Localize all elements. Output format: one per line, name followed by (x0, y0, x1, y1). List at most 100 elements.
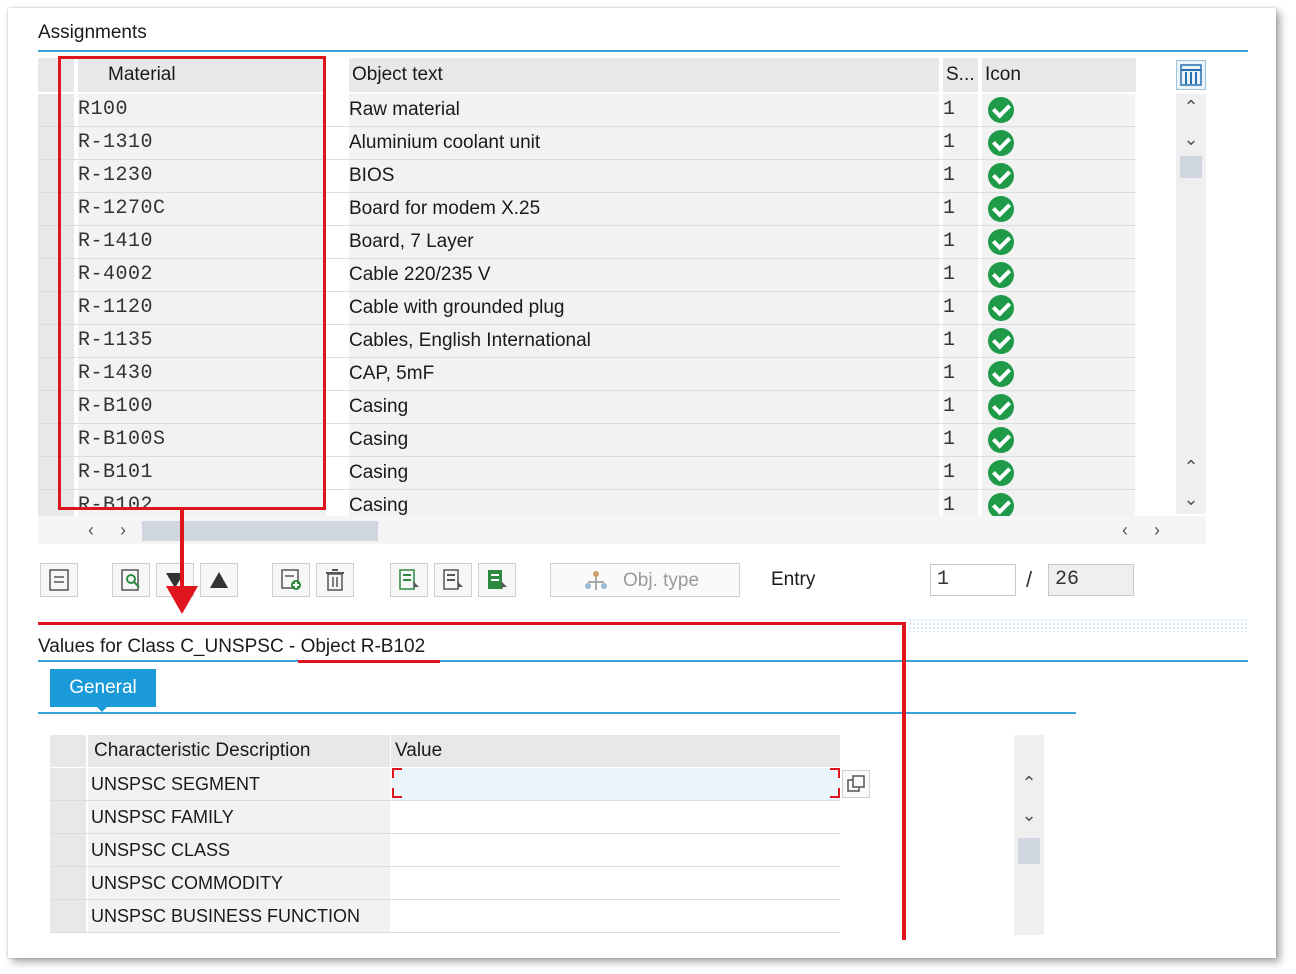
splitter[interactable] (908, 618, 1248, 632)
scroll-down-icon[interactable]: ⌄ (1180, 128, 1202, 150)
green-check-icon (988, 196, 1014, 222)
value-help-icon (847, 775, 865, 792)
move-up-button[interactable] (200, 563, 238, 597)
column-header-value[interactable]: Value (391, 735, 840, 767)
icon-cell[interactable] (982, 160, 1135, 192)
green-check-icon (988, 394, 1014, 420)
horizontal-scroll-thumb[interactable] (142, 521, 378, 541)
status-cell[interactable]: 1 (943, 358, 978, 390)
scroll-right-end-icon[interactable]: › (1146, 519, 1168, 541)
select-all-button[interactable] (390, 563, 428, 597)
status-cell[interactable]: 1 (943, 391, 978, 423)
icon-cell[interactable] (982, 358, 1135, 390)
icon-cell[interactable] (982, 94, 1135, 126)
details-button[interactable] (40, 563, 78, 597)
row-selector[interactable] (50, 900, 86, 932)
add-row-button[interactable] (272, 563, 310, 597)
row-selector[interactable] (50, 867, 86, 899)
row-selector[interactable] (50, 801, 86, 833)
deselect-all-button[interactable] (434, 563, 472, 597)
icon-cell[interactable] (982, 325, 1135, 357)
object-text-cell[interactable]: Casing (349, 457, 939, 489)
values-scroll-up-icon[interactable]: ⌃ (1018, 772, 1040, 794)
icon-cell[interactable] (982, 259, 1135, 291)
status-cell[interactable]: 1 (943, 424, 978, 456)
characteristic-value-input[interactable] (391, 834, 840, 866)
column-header-object-text[interactable]: Object text (349, 58, 939, 92)
scroll-left-end-icon[interactable]: ‹ (1114, 519, 1136, 541)
status-cell[interactable]: 1 (943, 292, 978, 324)
value-help-button[interactable] (842, 770, 870, 798)
annotation-arrow-shaft (180, 510, 184, 590)
icon-cell[interactable] (982, 391, 1135, 423)
delete-button[interactable] (316, 563, 354, 597)
green-check-icon (988, 262, 1014, 288)
tab-underline (38, 712, 1076, 714)
column-layout-button[interactable] (1176, 60, 1206, 90)
characteristic-value-input[interactable] (391, 867, 840, 899)
values-scroll-down-icon[interactable]: ⌄ (1018, 804, 1040, 826)
row-selector-header[interactable] (50, 735, 86, 767)
entry-label: Entry (771, 569, 816, 590)
values-title-object: Object R-B102 (300, 636, 426, 657)
find-button[interactable] (112, 563, 150, 597)
icon-cell[interactable] (982, 226, 1135, 258)
object-text-cell[interactable]: Cable 220/235 V (349, 259, 939, 291)
object-text-cell[interactable]: Aluminium coolant unit (349, 127, 939, 159)
scroll-up-icon[interactable]: ⌃ (1180, 96, 1202, 118)
object-text-cell[interactable]: Board for modem X.25 (349, 193, 939, 225)
values-scroll-thumb[interactable] (1018, 838, 1040, 864)
green-check-icon (988, 130, 1014, 156)
sap-window: Assignments Material Object text S... Ic… (8, 8, 1276, 958)
scroll-right-icon[interactable]: › (112, 519, 134, 541)
values-vertical-scrollbar[interactable] (1014, 735, 1044, 935)
status-cell[interactable]: 1 (943, 160, 978, 192)
scroll-page-up-icon[interactable]: ⌃ (1180, 456, 1202, 478)
object-text-cell[interactable]: BIOS (349, 160, 939, 192)
characteristic-value-input[interactable] (391, 801, 840, 833)
object-text-cell[interactable]: Cables, English International (349, 325, 939, 357)
characteristic-row[interactable]: UNSPSC COMMODITY (50, 867, 840, 900)
status-cell[interactable]: 1 (943, 193, 978, 225)
row-selector[interactable] (50, 834, 86, 866)
icon-cell[interactable] (982, 292, 1135, 324)
status-cell[interactable]: 1 (943, 325, 978, 357)
status-cell[interactable]: 1 (943, 226, 978, 258)
icon-cell[interactable] (982, 193, 1135, 225)
trash-icon (326, 569, 344, 591)
status-cell[interactable]: 1 (943, 127, 978, 159)
green-check-icon (988, 328, 1014, 354)
find-icon (121, 569, 140, 591)
select-block-button[interactable] (478, 563, 516, 597)
status-cell[interactable]: 1 (943, 94, 978, 126)
object-text-cell[interactable]: Raw material (349, 94, 939, 126)
row-selector[interactable] (50, 768, 86, 800)
object-type-icon (585, 571, 607, 590)
object-text-cell[interactable]: Casing (349, 391, 939, 423)
green-check-icon (988, 163, 1014, 189)
obj-type-button[interactable]: Obj. type (550, 563, 740, 597)
icon-cell[interactable] (982, 457, 1135, 489)
characteristic-row[interactable]: UNSPSC BUSINESS FUNCTION (50, 900, 840, 933)
icon-cell[interactable] (982, 424, 1135, 456)
column-header-icon[interactable]: Icon (982, 58, 1136, 92)
column-header-description[interactable]: Characteristic Description (88, 735, 390, 767)
entry-input[interactable]: 1 (930, 564, 1016, 596)
object-text-cell[interactable]: Board, 7 Layer (349, 226, 939, 258)
status-cell[interactable]: 1 (943, 457, 978, 489)
object-text-cell[interactable]: Casing (349, 424, 939, 456)
icon-cell[interactable] (982, 127, 1135, 159)
characteristic-row[interactable]: UNSPSC CLASS (50, 834, 840, 867)
scroll-page-down-icon[interactable]: ⌄ (1180, 488, 1202, 510)
object-text-cell[interactable]: CAP, 5mF (349, 358, 939, 390)
characteristic-value-input[interactable] (391, 900, 840, 932)
triangle-up-icon (210, 572, 228, 588)
column-header-status[interactable]: S... (943, 58, 978, 92)
object-text-cell[interactable]: Cable with grounded plug (349, 292, 939, 324)
scroll-thumb[interactable] (1180, 156, 1202, 178)
tab-general[interactable]: General (50, 669, 156, 707)
status-cell[interactable]: 1 (943, 259, 978, 291)
characteristic-row[interactable]: UNSPSC FAMILY (50, 801, 840, 834)
assignments-title: Assignments (38, 22, 147, 43)
scroll-left-icon[interactable]: ‹ (80, 519, 102, 541)
